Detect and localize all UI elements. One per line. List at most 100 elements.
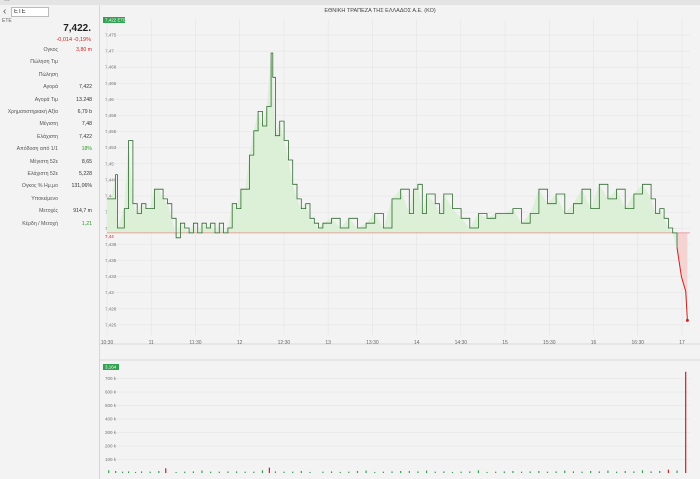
volume-bar (443, 471, 445, 473)
stat-label: Πώληση Τιμ (30, 59, 58, 66)
volume-bar (469, 471, 471, 473)
volume-bar (261, 470, 264, 473)
volume-bar (391, 471, 393, 473)
stat-row: Μετοχές 914,7 m (0, 206, 100, 217)
volume-tick-label: 400 k (105, 417, 117, 422)
stat-label: Μετοχές (39, 208, 58, 215)
back-arrow-icon[interactable]: ‹ (3, 7, 6, 17)
volume-bar (121, 471, 124, 473)
volume-bar (685, 371, 687, 473)
volume-bar (365, 470, 367, 473)
volume-bar (400, 470, 402, 473)
x-tick-label: 15 (502, 340, 508, 346)
volume-bar (292, 471, 294, 473)
y-tick-label: 7,46 (105, 97, 114, 102)
volume-bar (115, 470, 117, 473)
volume-bar (676, 470, 678, 473)
stat-row: Αγορά Τιμ 13.248 (0, 95, 100, 106)
y-tick-label: 7,43 (105, 290, 114, 295)
volume-tick-label: 200 k (105, 444, 117, 449)
volume-bar (300, 470, 302, 473)
volume-bar (451, 471, 454, 473)
stat-row: Πώληση Τιμ (0, 57, 100, 68)
volume-bar (356, 470, 359, 473)
volume-bar (408, 470, 410, 473)
stat-row: Αγορά 7,422 (0, 82, 100, 93)
x-tick-label: 11:30 (189, 340, 201, 346)
stat-value: 13.248 (76, 96, 92, 103)
volume-bar (512, 470, 514, 473)
volume-bar (641, 470, 644, 473)
volume-bar (633, 471, 635, 473)
volume-bar (529, 471, 531, 473)
stat-label: Απόδοση από 1/1 (16, 146, 58, 153)
volume-bar (108, 470, 110, 473)
y-tick-label: 7,45 (105, 161, 114, 166)
volume-bar (201, 470, 203, 473)
stat-value: 6,79 b (77, 109, 92, 115)
volume-bar (235, 471, 238, 473)
stat-row: Ελάχιστη 52ε 5,228 (0, 169, 100, 180)
symbol-label: ΕΤΕ (2, 18, 12, 24)
x-tick-label: 12 (237, 340, 243, 346)
volume-bar (184, 471, 186, 473)
x-tick-label: 15:30 (543, 340, 556, 346)
top-menu-text[interactable]: ... (4, 0, 10, 3)
x-tick-label: 14 (414, 340, 420, 346)
volume-bar (495, 471, 497, 473)
y-tick-label: 7,47 (105, 49, 114, 54)
volume-tick-label: 500 k (105, 403, 117, 408)
stat-label: Ελάχιστη (37, 133, 58, 140)
stat-row: Μέγιστη 7,48 (0, 119, 100, 130)
volume-bar (149, 471, 151, 473)
volume-bar (227, 471, 229, 473)
stat-value: 914,7 m (73, 208, 92, 215)
volume-bar (590, 470, 592, 473)
stat-row: Ελάχιστη 7,422 (0, 132, 100, 143)
volume-bar (503, 471, 505, 473)
stat-value: 8,65 (81, 158, 92, 165)
volume-bar (425, 470, 428, 473)
symbol-search-input[interactable] (11, 7, 49, 17)
stat-label: Πώληση (38, 71, 58, 78)
x-tick-label: 14:30 (455, 340, 468, 346)
price-volume-chart[interactable]: 7,4757,477,4687,4657,467,4587,4557,4537,… (100, 5, 700, 479)
x-tick-label: 17 (679, 340, 685, 346)
quote-panel: ‹ ΕΤΕ 7,422. -0,014 -0,19% Ογκος 3,80 m Πώ… (0, 5, 100, 479)
volume-bar (581, 471, 583, 473)
volume-bar (572, 471, 574, 473)
volume-label: 3,164 (105, 365, 117, 370)
volume-bar (210, 471, 212, 473)
last-price: 7,422. (63, 23, 91, 34)
price-change: -0,014 -0,19% (56, 37, 91, 43)
volume-bar (165, 468, 167, 473)
volume-tick-label: 700 k (105, 376, 117, 381)
x-tick-label: 16:30 (632, 340, 645, 346)
volume-bar (624, 470, 626, 473)
last-price-marker (685, 318, 689, 322)
stat-row: Απόδοση από 1/1 18% (0, 144, 100, 155)
stat-row: Πώληση (0, 70, 100, 81)
stat-row: Ογκος % Ημ.μο 131,06% (0, 181, 100, 192)
volume-bar (486, 471, 488, 473)
volume-bar (564, 470, 566, 473)
volume-bar (598, 471, 600, 473)
volume-bar (330, 471, 333, 473)
reference-price-label: 7,44 (105, 234, 114, 239)
volume-bar (417, 471, 419, 473)
x-tick-label: 11 (149, 340, 154, 346)
volume-bar (374, 471, 376, 473)
volume-bar (477, 470, 479, 473)
volume-bar (218, 471, 220, 473)
stat-value: 7,48 (81, 121, 92, 128)
volume-tick-label: 600 k (105, 390, 117, 395)
volume-bar (520, 471, 523, 473)
volume-bar (134, 471, 137, 473)
chart-area[interactable]: ΕΘΝΙΚΗ ΤΡΑΠΕΖΑ ΤΗΣ ΕΛΛΑΔΟΣ Α.Ε. (ΚΟ) 7,4… (100, 5, 700, 479)
volume-bar (615, 471, 618, 473)
stat-label: Κέρδη / Μετοχή (22, 220, 58, 227)
stat-value: 7,422 (79, 84, 92, 91)
x-tick-label: 16 (591, 340, 597, 346)
volume-bar (460, 471, 462, 473)
stat-label: Ελάχιστη 52ε (27, 171, 58, 177)
